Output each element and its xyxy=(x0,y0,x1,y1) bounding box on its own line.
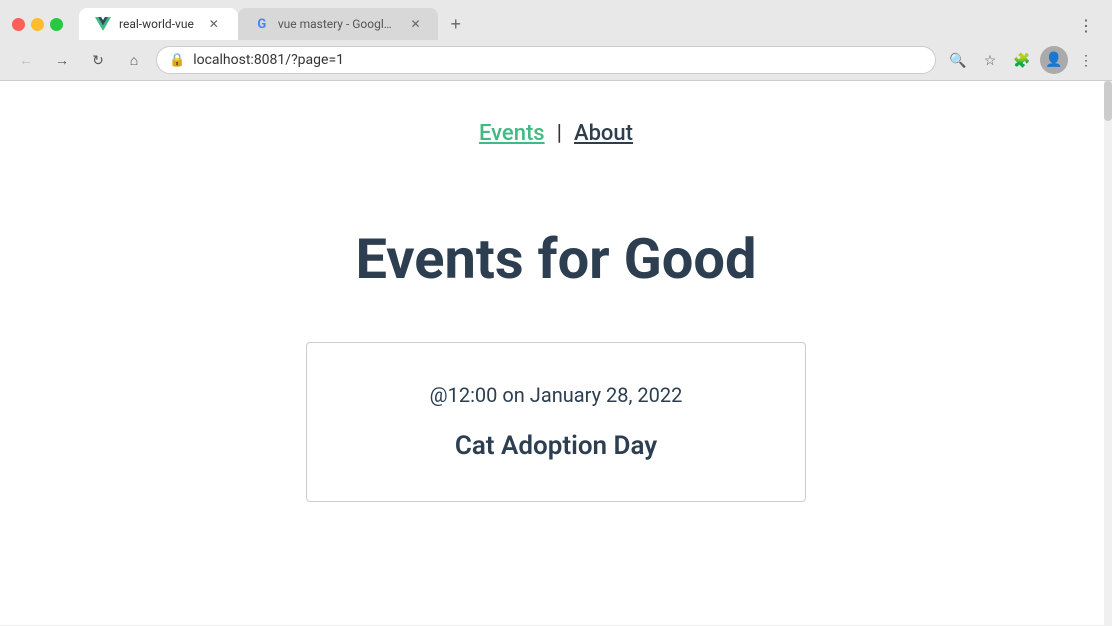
back-button[interactable]: ← xyxy=(12,46,40,74)
chrome-settings-button[interactable]: ⋮ xyxy=(1072,12,1100,40)
tabs-area: real-world-vue ✕ G vue mastery - Google … xyxy=(79,8,1100,40)
tab-vue-mastery[interactable]: G vue mastery - Google Search ✕ xyxy=(238,8,438,40)
home-button[interactable]: ⌂ xyxy=(120,46,148,74)
tab-vue-mastery-close[interactable]: ✕ xyxy=(409,16,422,32)
event-card[interactable]: @12:00 on January 28, 2022 Cat Adoption … xyxy=(306,342,806,502)
window-maximize-button[interactable] xyxy=(50,18,63,31)
tab-real-world-vue[interactable]: real-world-vue ✕ xyxy=(79,8,238,40)
tab-extra: ⋮ xyxy=(1072,12,1100,40)
zoom-button[interactable]: 🔍 xyxy=(944,46,972,74)
url-text: localhost:8081/?page=1 xyxy=(193,52,923,68)
site-nav: Events | About xyxy=(479,121,633,146)
chrome-menu-button[interactable]: ⋮ xyxy=(1072,46,1100,74)
browser-chrome: real-world-vue ✕ G vue mastery - Google … xyxy=(0,0,1112,81)
reload-button[interactable]: ↻ xyxy=(84,46,112,74)
profile-avatar[interactable]: 👤 xyxy=(1040,46,1068,74)
extension-button[interactable]: 🧩 xyxy=(1008,46,1036,74)
page-heading: Events for Good xyxy=(355,226,756,292)
scrollbar[interactable] xyxy=(1104,81,1112,625)
event-title: Cat Adoption Day xyxy=(455,431,657,461)
nav-events-link[interactable]: Events xyxy=(479,121,545,146)
tab-real-world-vue-label: real-world-vue xyxy=(119,17,194,31)
profile-icon: 👤 xyxy=(1045,52,1062,68)
scrollbar-thumb[interactable] xyxy=(1104,81,1112,121)
window-controls xyxy=(12,18,63,31)
bookmark-button[interactable]: ☆ xyxy=(976,46,1004,74)
page-content: Events | About Events for Good @12:00 on… xyxy=(0,81,1112,625)
window-minimize-button[interactable] xyxy=(31,18,44,31)
new-tab-button[interactable]: + xyxy=(442,10,470,38)
address-bar: ← → ↻ ⌂ 🔒 localhost:8081/?page=1 🔍 ☆ 🧩 👤… xyxy=(0,40,1112,80)
window-close-button[interactable] xyxy=(12,18,25,31)
event-date: @12:00 on January 28, 2022 xyxy=(430,383,683,407)
nav-about-link[interactable]: About xyxy=(574,121,633,146)
tab-real-world-vue-close[interactable]: ✕ xyxy=(206,16,222,32)
vue-icon xyxy=(95,16,111,32)
title-bar: real-world-vue ✕ G vue mastery - Google … xyxy=(0,0,1112,40)
nav-separator: | xyxy=(557,121,562,146)
google-icon: G xyxy=(254,16,270,32)
address-actions: 🔍 ☆ 🧩 👤 ⋮ xyxy=(944,46,1100,74)
tab-vue-mastery-label: vue mastery - Google Search xyxy=(278,17,397,31)
url-bar[interactable]: 🔒 localhost:8081/?page=1 xyxy=(156,46,936,74)
lock-icon: 🔒 xyxy=(169,53,185,68)
forward-button[interactable]: → xyxy=(48,46,76,74)
